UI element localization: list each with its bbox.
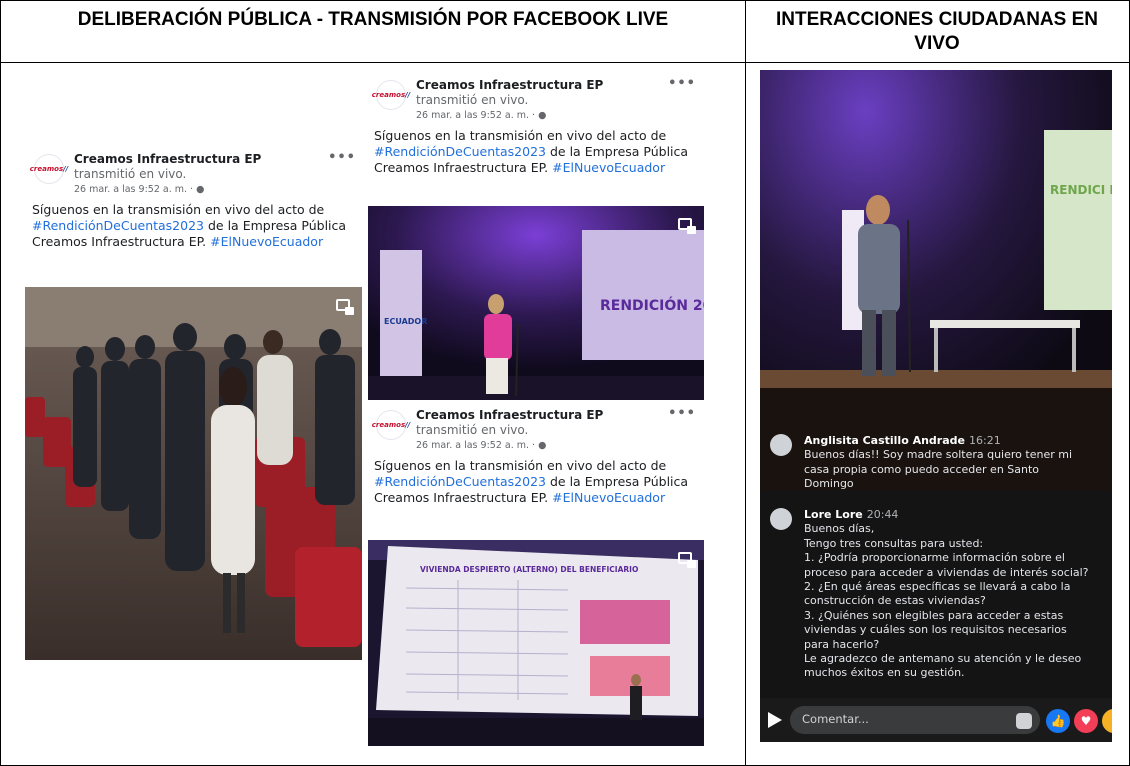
like-reaction-icon[interactable]: 👍 bbox=[1046, 709, 1070, 733]
comment-line: Domingo bbox=[804, 477, 854, 491]
globe-icon: ● bbox=[538, 440, 547, 451]
hashtag-link[interactable]: #RendiciónDeCuentas2023 bbox=[32, 218, 204, 233]
facebook-post-1: creamos// Creamos Infraestructura EP tra… bbox=[30, 146, 362, 286]
post-timestamp[interactable]: 26 mar. a las 9:52 a. m. · ● bbox=[416, 440, 546, 451]
haha-reaction-icon[interactable] bbox=[1102, 709, 1112, 733]
post-text: Síguenos en la transmisión en vivo del a… bbox=[374, 458, 689, 505]
post-action: transmitió en vivo. bbox=[416, 423, 529, 437]
expand-icon[interactable] bbox=[678, 552, 696, 568]
page-name-link[interactable]: Creamos Infraestructura EP bbox=[74, 152, 261, 166]
post-timestamp[interactable]: 26 mar. a las 9:52 a. m. · ● bbox=[74, 184, 204, 195]
sticker-icon[interactable] bbox=[1016, 713, 1032, 729]
post-photo-audience[interactable] bbox=[25, 287, 362, 660]
share-icon[interactable] bbox=[768, 712, 782, 728]
comment-line: 2. ¿En qué áreas específicas se llevará … bbox=[804, 580, 1071, 594]
post-text: Síguenos en la transmisión en vivo del a… bbox=[32, 202, 347, 249]
post-text: Síguenos en la transmisión en vivo del a… bbox=[374, 128, 689, 175]
screen-text: RENDICIÓN 20 DE CUENTAS 23 bbox=[600, 296, 704, 314]
comment-input[interactable]: Comentar... bbox=[790, 706, 1040, 734]
comment-bar: Comentar... 👍 ♥ bbox=[760, 698, 1112, 742]
post-author: Creamos Infraestructura EP transmitió en… bbox=[416, 78, 656, 108]
comment-author[interactable]: Lore Lore bbox=[804, 508, 863, 521]
comment-line: muchos éxitos en su gestión. bbox=[804, 666, 965, 680]
post-timestamp[interactable]: 26 mar. a las 9:52 a. m. · ● bbox=[416, 110, 546, 121]
post-action: transmitió en vivo. bbox=[416, 93, 529, 107]
globe-icon: ● bbox=[538, 110, 547, 121]
hashtag-link[interactable]: #RendiciónDeCuentas2023 bbox=[374, 144, 546, 159]
globe-icon: ● bbox=[196, 184, 205, 195]
page-logo-icon[interactable]: creamos// bbox=[372, 410, 410, 440]
comment-line: Buenos días, bbox=[804, 522, 875, 536]
post-author: Creamos Infraestructura EP transmitió en… bbox=[416, 408, 656, 438]
facebook-post-3: creamos// Creamos Infraestructura EP tra… bbox=[372, 402, 702, 536]
facebook-post-2: creamos// Creamos Infraestructura EP tra… bbox=[372, 72, 702, 202]
comment-line: Le agradezco de antemano su atención y l… bbox=[804, 652, 1082, 666]
comment-line: casa propia como puedo acceder en Santo bbox=[804, 462, 1040, 476]
comment-line: proceso para acceder a viviendas de inte… bbox=[804, 565, 1089, 579]
page-logo-icon[interactable]: creamos// bbox=[30, 154, 68, 184]
column-header-interactions: INTERACCIONES CIUDADANAS EN VIVO bbox=[776, 9, 1098, 54]
header-divider bbox=[0, 62, 1130, 63]
comment-line: para hacerlo? bbox=[804, 637, 880, 651]
comment-line: 3. ¿Quiénes son elegibles para acceder a… bbox=[804, 608, 1064, 622]
column-header-broadcast: DELIBERACIÓN PÚBLICA - TRANSMISIÓN POR F… bbox=[77, 9, 669, 30]
more-options-icon[interactable]: ••• bbox=[328, 150, 356, 165]
slide-title: VIVIENDA DESPIERTO (ALTERNO) DEL BENEFIC… bbox=[420, 565, 638, 574]
comment-line: 1. ¿Podría proporcionarme información so… bbox=[804, 551, 1065, 565]
live-video-player[interactable]: RENDICI DE CU Anglisita Castillo Andrade… bbox=[760, 70, 1112, 742]
column-divider bbox=[745, 0, 746, 766]
avatar[interactable] bbox=[770, 508, 792, 530]
post-author: Creamos Infraestructura EP transmitió en… bbox=[74, 152, 314, 182]
comment-author[interactable]: Anglisita Castillo Andrade bbox=[804, 434, 965, 447]
more-options-icon[interactable]: ••• bbox=[668, 406, 696, 421]
post-photo-presentation[interactable]: VIVIENDA DESPIERTO (ALTERNO) DEL BENEFIC… bbox=[368, 540, 704, 746]
hashtag-link[interactable]: #RendiciónDeCuentas2023 bbox=[374, 474, 546, 489]
post-action: transmitió en vivo. bbox=[74, 167, 187, 181]
screen-text: RENDICI DE CU bbox=[1050, 183, 1112, 197]
comment-line: Tengo tres consultas para usted: bbox=[804, 536, 984, 550]
love-reaction-icon[interactable]: ♥ bbox=[1074, 709, 1098, 733]
comment-time: 16:21 bbox=[969, 434, 1001, 447]
comment-placeholder: Comentar... bbox=[802, 712, 869, 726]
hashtag-link[interactable]: #ElNuevoEcuador bbox=[552, 160, 665, 175]
expand-icon[interactable] bbox=[336, 299, 354, 315]
more-options-icon[interactable]: ••• bbox=[668, 76, 696, 91]
hashtag-link[interactable]: #ElNuevoEcuador bbox=[210, 234, 323, 249]
comment-line: Buenos días!! Soy madre soltera quiero t… bbox=[804, 448, 1072, 462]
banner-text: ECUADOR bbox=[384, 317, 427, 326]
page-name-link[interactable]: Creamos Infraestructura EP bbox=[416, 408, 603, 422]
comment-time: 20:44 bbox=[866, 508, 899, 521]
page-name-link[interactable]: Creamos Infraestructura EP bbox=[416, 78, 603, 92]
post-photo-stage-speaker[interactable]: RENDICIÓN 20 DE CUENTAS 23 ECUADOR bbox=[368, 206, 704, 400]
page-logo-icon[interactable]: creamos// bbox=[372, 80, 410, 110]
comment-line: viviendas y cuáles son los requisitos ne… bbox=[804, 623, 1067, 637]
avatar[interactable] bbox=[770, 434, 792, 456]
expand-icon[interactable] bbox=[678, 218, 696, 234]
hashtag-link[interactable]: #ElNuevoEcuador bbox=[552, 490, 665, 505]
comment-line: construcción de estas viviendas? bbox=[804, 594, 986, 608]
